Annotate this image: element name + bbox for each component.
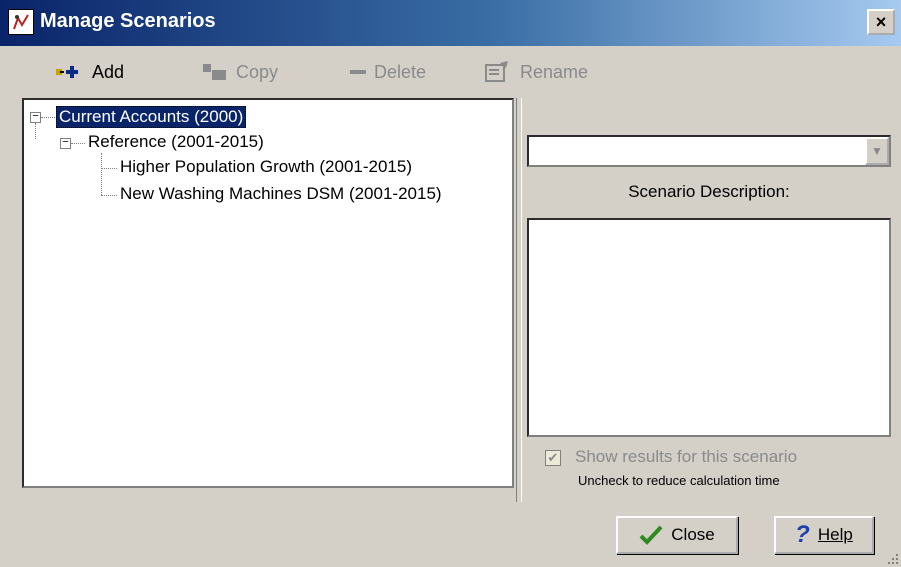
rename-icon <box>485 61 508 82</box>
close-window-button[interactable]: × <box>867 9 895 35</box>
rename-label: Rename <box>520 61 589 82</box>
close-label: Close <box>671 525 715 544</box>
tree-line <box>101 168 117 169</box>
help-button[interactable]: ? Help <box>774 516 874 554</box>
copy-icon <box>203 64 226 80</box>
close-button[interactable]: Close <box>616 516 738 554</box>
close-icon: × <box>875 11 887 32</box>
toolbar: Add Copy Delete Rename <box>0 47 901 97</box>
chevron-down-icon[interactable]: ▼ <box>865 137 889 165</box>
scenario-description-label: Scenario Description: <box>628 182 790 201</box>
show-results-checkbox[interactable]: ✔ <box>545 450 561 466</box>
collapse-reference-icon[interactable]: − <box>60 138 71 149</box>
title-bar: Manage Scenarios × <box>0 0 901 46</box>
scenario-combo[interactable]: ▼ <box>527 135 891 167</box>
calculation-hint: Uncheck to reduce calculation time <box>578 473 780 488</box>
help-icon: ? <box>795 521 810 548</box>
resize-grip-icon[interactable] <box>885 551 899 565</box>
delete-icon <box>350 70 366 74</box>
tree-node-reference[interactable]: Reference (2001-2015) <box>88 132 264 152</box>
tree-node-current-accounts[interactable]: Current Accounts (2000) <box>56 106 247 128</box>
copy-label: Copy <box>236 61 279 82</box>
window-title: Manage Scenarios <box>40 10 216 32</box>
copy-button[interactable]: Copy <box>202 55 278 89</box>
add-button[interactable]: Add <box>56 55 124 89</box>
scenario-tree[interactable]: − Current Accounts (2000) − Reference (2… <box>22 98 514 488</box>
tree-line <box>101 195 117 196</box>
tree-line <box>35 123 36 139</box>
collapse-root-icon[interactable]: − <box>30 112 41 123</box>
tree-line <box>101 153 102 195</box>
tree-line <box>71 143 85 144</box>
checkmark-icon <box>639 525 663 545</box>
add-label: Add <box>92 61 125 82</box>
delete-label: Delete <box>374 61 427 82</box>
tree-node-higher-population-growth[interactable]: Higher Population Growth (2001-2015) <box>120 157 412 177</box>
tree-line <box>41 117 55 118</box>
scenario-description-field[interactable] <box>527 218 891 437</box>
help-label: Help <box>817 525 853 544</box>
rename-button[interactable]: Rename <box>484 55 588 89</box>
checkmark-icon: ✔ <box>547 450 559 465</box>
app-icon <box>8 9 34 35</box>
splitter[interactable] <box>516 98 522 502</box>
add-icon <box>56 66 78 78</box>
tree-node-new-washing-machines[interactable]: New Washing Machines DSM (2001-2015) <box>120 184 442 204</box>
show-results-label: Show results for this scenario <box>575 447 798 466</box>
delete-button[interactable]: Delete <box>350 55 426 89</box>
